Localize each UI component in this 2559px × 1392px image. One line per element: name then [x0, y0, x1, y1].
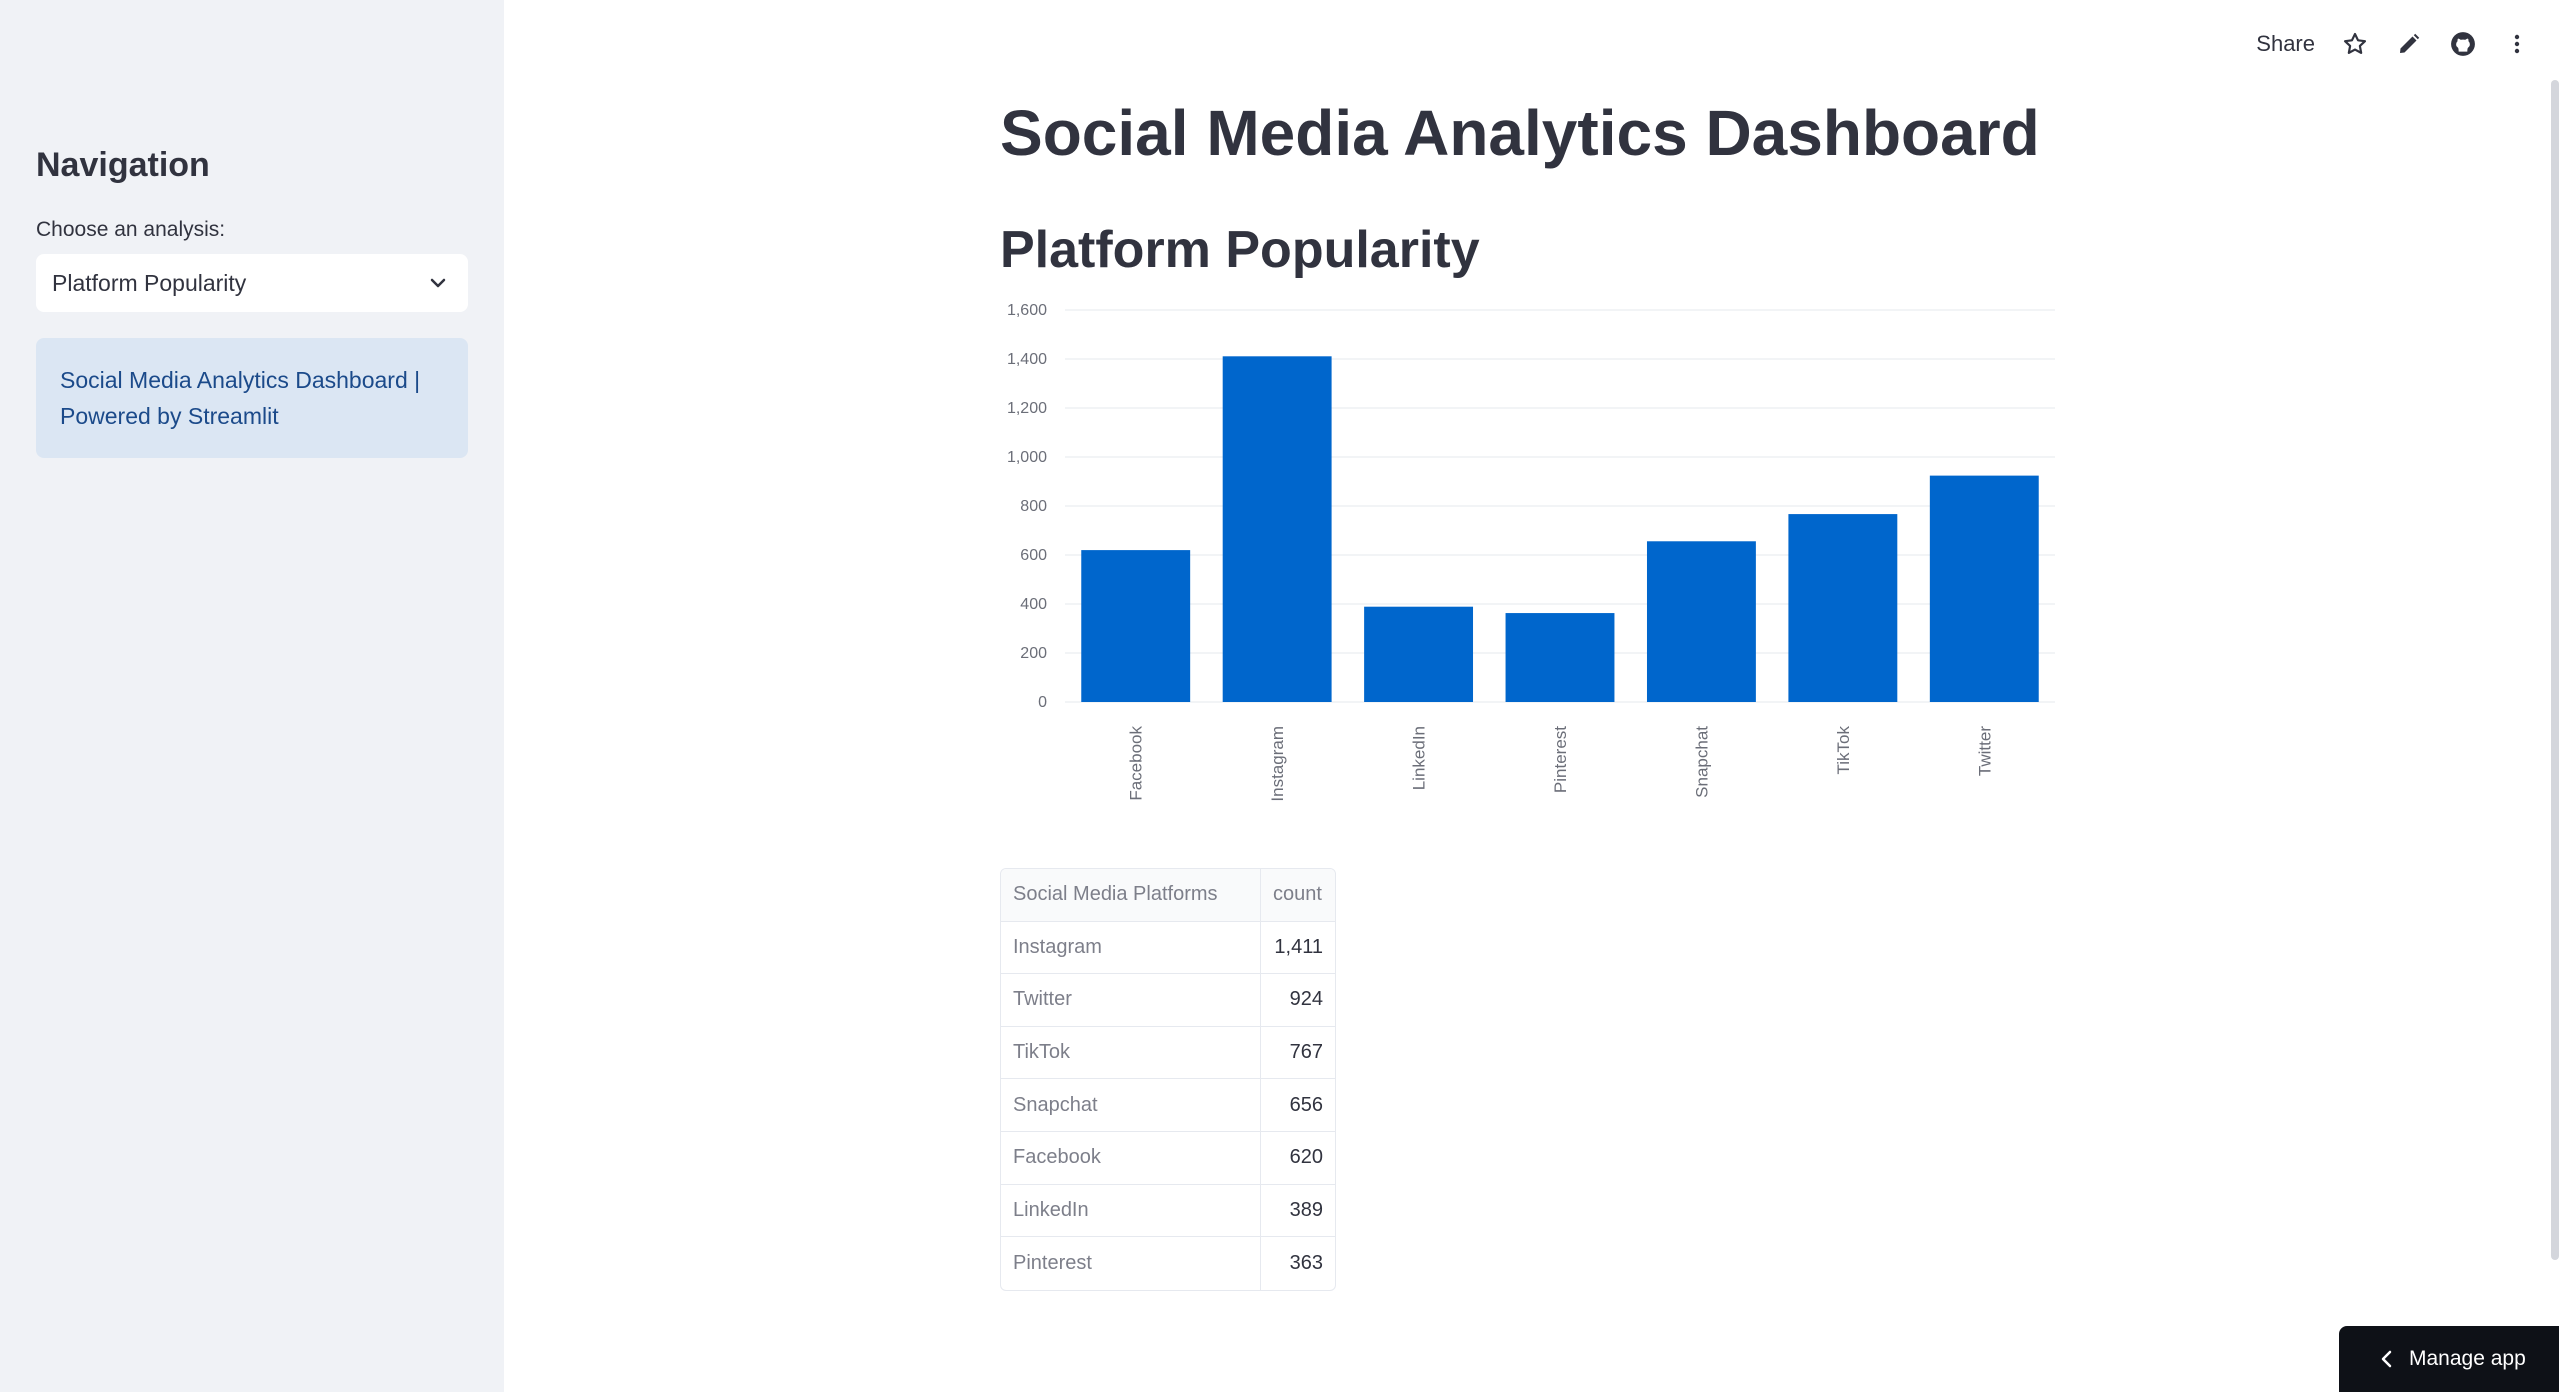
table-row: LinkedIn 389: [1001, 1184, 1335, 1238]
manage-app-button[interactable]: Manage app: [2339, 1326, 2559, 1392]
table-row: Pinterest 363: [1001, 1237, 1335, 1290]
x-tick-label: TikTok: [1834, 726, 1853, 775]
sidebar-heading: Navigation: [36, 146, 210, 184]
y-tick-label: 1,000: [1007, 449, 1047, 466]
table-cell-count: 389: [1261, 1185, 1335, 1238]
x-tick-label: LinkedIn: [1410, 726, 1429, 790]
y-tick-label: 600: [1020, 547, 1047, 564]
kebab-menu-icon[interactable]: [2503, 30, 2531, 58]
bar-facebook: [1081, 550, 1191, 702]
bar-snapchat: [1646, 541, 1756, 702]
x-tick-label: Twitter: [1975, 726, 1994, 776]
chevron-down-icon: [430, 278, 446, 288]
table-cell-platform: Snapchat: [1001, 1079, 1261, 1132]
star-icon[interactable]: [2341, 30, 2369, 58]
y-tick-label: 800: [1020, 498, 1047, 515]
bar-twitter: [1929, 475, 2039, 702]
select-label: Choose an analysis:: [36, 218, 226, 241]
y-tick-label: 1,400: [1007, 351, 1047, 368]
platform-count-table: Social Media Platforms count Instagram 1,…: [1000, 868, 1336, 1291]
table-header-row: Social Media Platforms count: [1001, 869, 1335, 922]
pencil-icon[interactable]: [2395, 30, 2423, 58]
table-cell-count: 924: [1261, 974, 1335, 1027]
table-cell-count: 363: [1289, 1251, 1323, 1274]
table-cell-platform: Twitter: [1001, 974, 1261, 1027]
x-tick-label: Pinterest: [1551, 726, 1570, 793]
bar-linkedin: [1364, 606, 1474, 702]
table-cell-platform: Instagram: [1001, 921, 1261, 975]
y-tick-label: 400: [1020, 596, 1047, 613]
platform-popularity-chart: 0 200 400 600 800 1,000 1,200 1,400 1,600 Faceboo…: [1007, 302, 2055, 802]
table-cell-platform: TikTok: [1001, 1026, 1261, 1080]
x-tick-label: Facebook: [1127, 726, 1146, 801]
y-tick-label: 1,600: [1007, 302, 1047, 319]
table-cell-platform: Facebook: [1001, 1131, 1261, 1185]
y-tick-label: 1,200: [1007, 400, 1047, 417]
page-scrollbar[interactable]: [2551, 80, 2559, 1260]
analysis-select-value: Platform Popularity: [52, 269, 247, 296]
info-line-2: Powered by Streamlit: [60, 403, 279, 429]
bar-pinterest: [1505, 613, 1615, 702]
y-tick-label: 200: [1020, 645, 1047, 662]
x-tick-label: Instagram: [1268, 726, 1287, 802]
sidebar: Navigation Choose an analysis: Platform …: [0, 0, 504, 1392]
table-cell-platform: LinkedIn: [1001, 1184, 1261, 1238]
table-row: Twitter 924: [1001, 974, 1335, 1027]
info-box: Social Media Analytics Dashboard | Power…: [36, 338, 468, 458]
table-cell-count: 620: [1261, 1132, 1335, 1185]
table-cell-count: 767: [1261, 1027, 1335, 1080]
analysis-select[interactable]: Platform Popularity: [36, 254, 468, 312]
bar-tiktok: [1788, 514, 1898, 702]
table-cell-count: 656: [1261, 1079, 1335, 1132]
table-header-platforms[interactable]: Social Media Platforms: [1001, 869, 1261, 922]
info-line-1: Social Media Analytics Dashboard |: [60, 367, 421, 393]
page-title: Social Media Analytics Dashboard: [1000, 97, 2040, 169]
manage-app-label: Manage app: [2409, 1347, 2526, 1370]
y-tick-label: 0: [1038, 694, 1047, 711]
x-tick-label: Snapchat: [1692, 726, 1711, 798]
top-toolbar: Share: [2256, 30, 2531, 58]
table-cell-count: 1,411: [1261, 922, 1335, 975]
github-icon[interactable]: [2449, 30, 2477, 58]
table-row: TikTok 767: [1001, 1026, 1335, 1080]
table-header-count[interactable]: count: [1261, 869, 1335, 922]
section-title: Platform Popularity: [1000, 221, 1480, 279]
table-row: Facebook 620: [1001, 1131, 1335, 1185]
table-row: Snapchat 656: [1001, 1079, 1335, 1132]
bar-instagram: [1222, 356, 1332, 702]
table-cell-platform: Pinterest: [1001, 1237, 1261, 1290]
chevron-left-icon: [2381, 1350, 2392, 1368]
table-row: Instagram 1,411: [1001, 921, 1335, 975]
share-button[interactable]: Share: [2256, 31, 2315, 57]
